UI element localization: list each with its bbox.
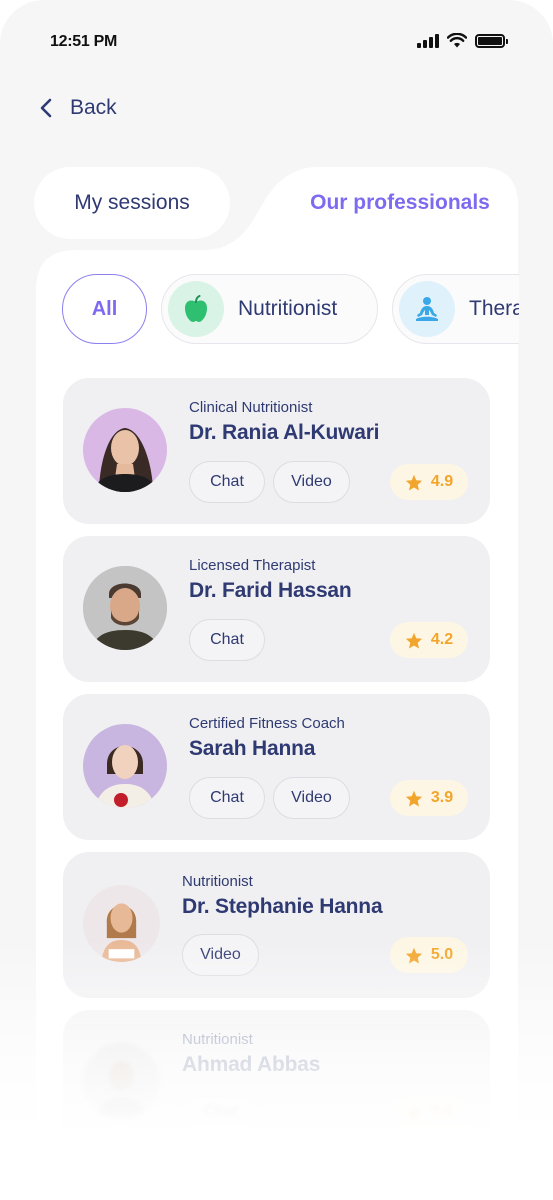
professional-role: Nutritionist [182,1031,253,1048]
professional-name: Dr. Farid Hassan [189,579,352,602]
rating-badge: 5.0 [390,937,468,973]
rating-value: 5.0 [430,946,454,963]
professional-card[interactable]: Nutritionist Dr. Stephanie Hanna Video 5… [63,852,490,998]
rating-badge: 4.9 [390,464,468,500]
star-icon [405,1105,423,1121]
rating-badge: 3.6 [390,1095,468,1131]
tab-my-sessions-label: My sessions [74,191,190,214]
phone-screen: 12:51 PM Back My sessions Our profession… [0,0,553,1200]
professional-name: Dr. Stephanie Hanna [182,895,383,918]
filter-chip-all-label: All [91,297,118,320]
tab-our-professionals[interactable]: Our professionals [290,167,510,239]
video-button[interactable]: Video [182,934,259,976]
star-icon [405,790,423,806]
rating-badge: 4.2 [390,622,468,658]
professional-role: Licensed Therapist [189,557,316,574]
professional-name: Sarah Hanna [189,737,316,760]
professional-card[interactable]: Licensed Therapist Dr. Farid Hassan Chat… [63,536,490,682]
video-button[interactable]: Video [273,777,350,819]
chat-button-label: Chat [210,473,244,490]
chat-button[interactable]: Chat [189,619,265,661]
avatar [83,1043,160,1120]
apple-icon [168,281,224,337]
rating-badge: 3.9 [390,780,468,816]
professional-name: Dr. Rania Al-Kuwari [189,421,380,444]
professional-card[interactable]: Certified Fitness Coach Sarah Hanna Chat… [63,694,490,840]
chat-button[interactable]: Chat [189,461,265,503]
chat-button[interactable]: Chat [182,1092,259,1134]
avatar [83,566,167,650]
tab-my-sessions[interactable]: My sessions [34,167,230,239]
professional-role: Nutritionist [182,873,253,890]
video-button-label: Video [200,946,241,963]
filter-chip-therapist-label: Therapist [469,297,519,320]
professional-name: Ahmad Abbas [182,1053,321,1076]
filter-chip-nutritionist[interactable]: Nutritionist [161,274,378,344]
meditation-icon [399,281,455,337]
star-icon [405,632,423,648]
chat-button-label: Chat [210,789,244,806]
professional-role: Certified Fitness Coach [189,715,345,732]
professional-card[interactable]: Nutritionist Ahmad Abbas Chat 3.6 [63,1010,490,1156]
rating-value: 4.2 [430,631,454,648]
avatar [83,408,167,492]
chat-button-label: Chat [210,631,244,648]
avatar [83,885,160,962]
video-button[interactable]: Video [273,461,350,503]
filter-chip-row: All Nutritionist Therapist [36,270,519,350]
chat-button[interactable]: Chat [189,777,265,819]
rating-value: 3.9 [430,789,454,806]
filter-chip-nutritionist-label: Nutritionist [238,297,338,320]
rating-value: 3.6 [430,1104,454,1121]
filter-chip-therapist[interactable]: Therapist [392,274,519,344]
chat-button-label: Chat [203,1104,238,1121]
avatar [83,724,167,808]
professional-card[interactable]: Clinical Nutritionist Dr. Rania Al-Kuwar… [63,378,490,524]
rating-value: 4.9 [430,473,454,490]
star-icon [405,474,423,490]
star-icon [405,947,423,963]
tab-our-professionals-label: Our professionals [310,191,490,214]
video-button-label: Video [291,473,332,490]
professional-role: Clinical Nutritionist [189,399,313,416]
filter-chip-all[interactable]: All [62,274,147,344]
video-button-label: Video [291,789,332,806]
